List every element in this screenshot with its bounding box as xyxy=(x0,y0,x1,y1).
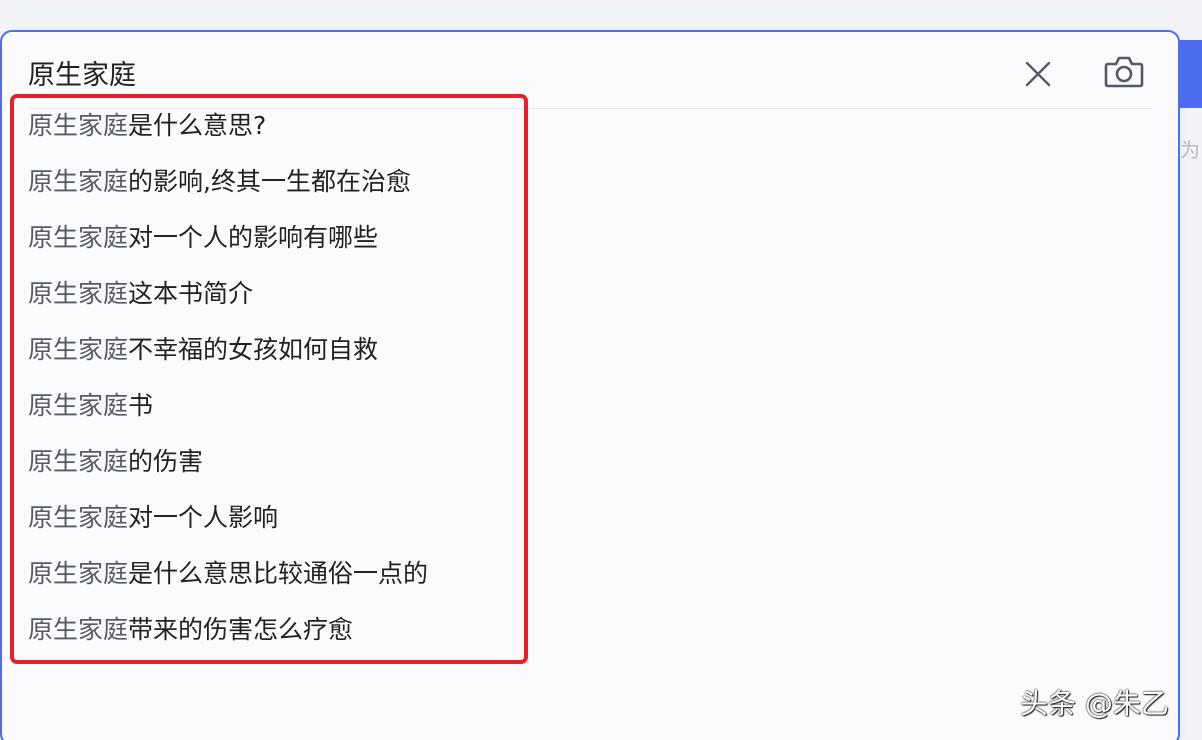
suggestion-item[interactable]: 原生家庭书 xyxy=(28,378,518,434)
suggestion-item[interactable]: 原生家庭对一个人的影响有哪些 xyxy=(28,210,518,266)
suggestion-suffix: 的影响,终其一生都在治愈 xyxy=(128,167,411,196)
search-submit-button-edge[interactable] xyxy=(1180,40,1202,108)
suggestion-item[interactable]: 原生家庭不幸福的女孩如何自救 xyxy=(28,322,518,378)
close-icon xyxy=(1025,61,1051,87)
suggestion-list: 原生家庭是什么意思? 原生家庭的影响,终其一生都在治愈 原生家庭对一个人的影响有… xyxy=(28,98,518,658)
suggestion-prefix: 原生家庭 xyxy=(28,391,129,420)
suggestion-item[interactable]: 原生家庭这本书简介 xyxy=(28,266,518,322)
search-input[interactable] xyxy=(28,52,928,92)
suggestion-prefix: 原生家庭 xyxy=(28,111,129,140)
suggestion-suffix: 这本书简介 xyxy=(128,279,254,308)
screenshot-stage: 为 原生家庭是什么意思? 原生家庭的影响,终其一生都在治愈 原生家庭对一个人的影… xyxy=(0,0,1202,740)
suggestion-item[interactable]: 原生家庭的伤害 xyxy=(28,434,518,490)
suggestion-suffix: 的伤害 xyxy=(128,447,204,476)
suggestion-item[interactable]: 原生家庭是什么意思比较通俗一点的 xyxy=(28,546,518,602)
background-partial-text: 为 xyxy=(1180,138,1200,162)
suggestion-item[interactable]: 原生家庭对一个人影响 xyxy=(28,490,518,546)
suggestion-suffix: 是什么意思? xyxy=(128,111,267,140)
suggestion-prefix: 原生家庭 xyxy=(28,279,129,308)
suggestion-prefix: 原生家庭 xyxy=(28,167,129,196)
suggestion-suffix: 是什么意思比较通俗一点的 xyxy=(128,559,429,588)
suggestion-suffix: 不幸福的女孩如何自救 xyxy=(128,335,379,364)
suggestion-prefix: 原生家庭 xyxy=(28,615,129,644)
suggestion-prefix: 原生家庭 xyxy=(28,335,129,364)
suggestion-suffix: 书 xyxy=(128,391,154,420)
suggestion-prefix: 原生家庭 xyxy=(28,559,129,588)
camera-icon xyxy=(1104,56,1144,88)
suggestion-prefix: 原生家庭 xyxy=(28,503,129,532)
image-search-button[interactable] xyxy=(1102,52,1146,92)
suggestion-suffix: 对一个人影响 xyxy=(128,503,279,532)
suggestion-prefix: 原生家庭 xyxy=(28,447,129,476)
suggestion-suffix: 带来的伤害怎么疗愈 xyxy=(128,615,354,644)
suggestion-prefix: 原生家庭 xyxy=(28,223,129,252)
suggestion-item[interactable]: 原生家庭的影响,终其一生都在治愈 xyxy=(28,154,518,210)
suggestion-item[interactable]: 原生家庭带来的伤害怎么疗愈 xyxy=(28,602,518,658)
suggestion-item[interactable]: 原生家庭是什么意思? xyxy=(28,98,518,154)
watermark: 头条 @朱乙 xyxy=(1020,687,1169,720)
suggestion-suffix: 对一个人的影响有哪些 xyxy=(128,223,379,252)
clear-button[interactable] xyxy=(1020,56,1056,92)
